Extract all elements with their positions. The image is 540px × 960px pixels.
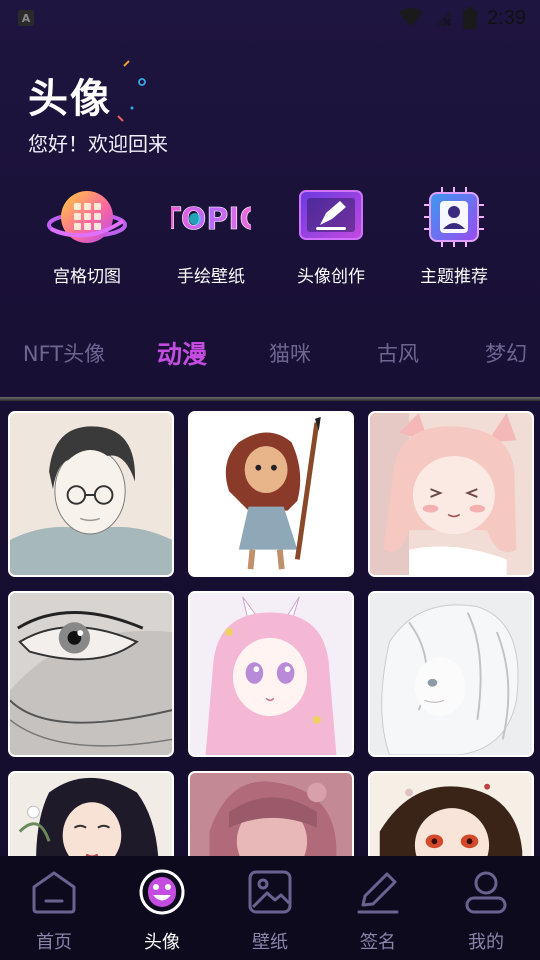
tab-ancient-style[interactable]: 古风 bbox=[377, 338, 419, 368]
welcome-subtitle: 您好！欢迎回来 bbox=[28, 132, 168, 156]
home-icon bbox=[32, 871, 76, 914]
category-tabs: NFT头像 动漫 猫咪 古风 梦幻 bbox=[0, 330, 540, 376]
bottom-nav: 首页 头像 壁纸 签名 我的 bbox=[0, 856, 540, 960]
nav-label: 签名 bbox=[360, 932, 396, 953]
edit-pen-icon bbox=[299, 190, 363, 240]
avatar-tile-pink-cat-girl[interactable] bbox=[368, 411, 534, 577]
tab-cat[interactable]: 猫咪 bbox=[269, 338, 311, 368]
nav-label: 头像 bbox=[144, 932, 180, 953]
action-label: 手绘壁纸 bbox=[177, 267, 245, 287]
avatar-tile-boy-glasses[interactable] bbox=[8, 411, 174, 577]
topic-icon-text: TOPIC bbox=[171, 202, 251, 237]
no-signal-icon bbox=[435, 10, 452, 26]
avatar-tile-red-eye-girl[interactable] bbox=[368, 771, 534, 856]
tab-nft-avatar[interactable]: NFT头像 bbox=[23, 338, 105, 368]
avatar-image bbox=[10, 413, 172, 575]
sparkle-decoration-icon bbox=[117, 60, 146, 122]
status-time: 2:39 bbox=[487, 6, 526, 29]
nav-label: 首页 bbox=[36, 932, 72, 953]
action-label: 头像创作 bbox=[297, 267, 365, 287]
avatar-tile-pink-horned-girl[interactable] bbox=[188, 591, 354, 757]
topic-text-icon: TOPIC bbox=[171, 202, 251, 238]
avatar-image bbox=[190, 593, 352, 755]
image-icon bbox=[248, 870, 292, 914]
nav-wallpaper[interactable]: 壁纸 bbox=[225, 866, 315, 954]
avatar-tile-white-hair-girl[interactable] bbox=[368, 591, 534, 757]
action-avatar-creation[interactable]: 头像创作 bbox=[266, 180, 396, 287]
action-theme-recommend[interactable]: 主题推荐 bbox=[389, 180, 519, 287]
wifi-icon bbox=[399, 8, 424, 27]
avatar-image bbox=[190, 773, 352, 856]
smiley-icon bbox=[139, 869, 185, 915]
app-screen: A 2:39 头像 您好！欢迎回来 宫格切图 PIC 手绘壁纸 头像创作 主题推… bbox=[0, 0, 540, 960]
avatar-tile-girl-paintbrush[interactable] bbox=[188, 411, 354, 577]
nav-mine[interactable]: 我的 bbox=[441, 866, 531, 954]
avatar-image bbox=[10, 773, 172, 856]
nav-label: 壁纸 bbox=[252, 932, 288, 953]
avatar-image bbox=[370, 593, 532, 755]
tab-anime[interactable]: 动漫 bbox=[157, 335, 207, 371]
action-hand-drawn-wallpaper[interactable]: TOPIC 手绘壁纸 bbox=[146, 180, 276, 287]
nav-home[interactable]: 首页 bbox=[9, 866, 99, 954]
avatar-grid bbox=[0, 408, 540, 856]
pen-icon bbox=[357, 872, 399, 914]
action-grid-cut[interactable]: 宫格切图 bbox=[22, 180, 152, 287]
avatar-tile-eye-closeup[interactable] bbox=[8, 591, 174, 757]
avatar-image bbox=[190, 413, 352, 575]
action-label: 宫格切图 bbox=[53, 267, 121, 287]
notification-icon: A bbox=[18, 10, 34, 26]
tab-dreamy[interactable]: 梦幻 bbox=[485, 338, 527, 368]
avatar-frame-icon bbox=[424, 187, 484, 247]
quick-actions: 宫格切图 TOPIC 手绘壁纸 bbox=[0, 180, 540, 290]
nav-label: 我的 bbox=[468, 932, 504, 953]
page-title: 头像 bbox=[28, 76, 112, 122]
status-bar: A 2:39 bbox=[0, 0, 540, 36]
avatar-tile-pink-girl[interactable] bbox=[188, 771, 354, 856]
user-icon bbox=[465, 871, 507, 914]
nav-avatar[interactable]: 头像 bbox=[117, 866, 207, 954]
grid-planet-icon bbox=[47, 191, 127, 243]
tab-divider bbox=[0, 397, 540, 401]
action-label: 主题推荐 bbox=[420, 267, 488, 287]
avatar-tile-dark-hair-woman[interactable] bbox=[8, 771, 174, 856]
avatar-image bbox=[10, 593, 172, 755]
avatar-image bbox=[370, 773, 532, 856]
avatar-image bbox=[370, 413, 532, 575]
nav-signature[interactable]: 签名 bbox=[333, 866, 423, 954]
battery-icon bbox=[463, 7, 478, 29]
